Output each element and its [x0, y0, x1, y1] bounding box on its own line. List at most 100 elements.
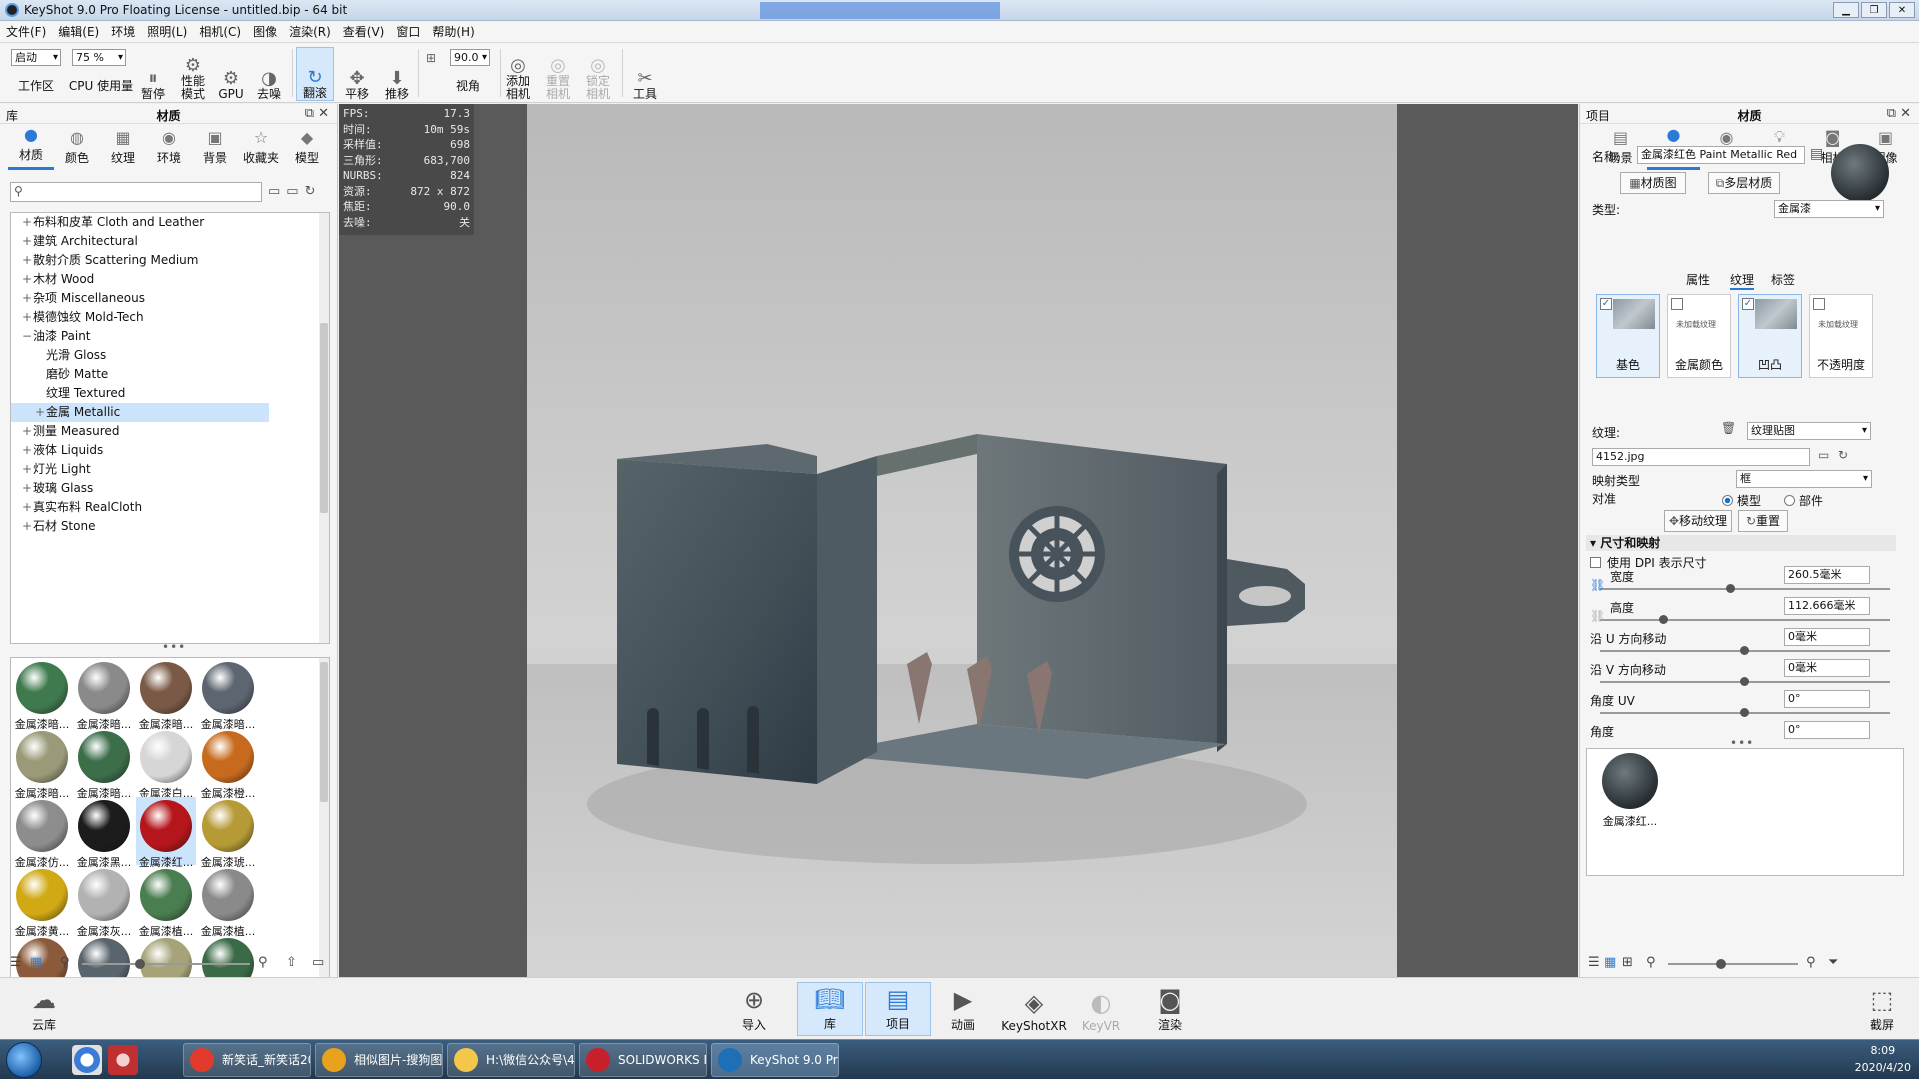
expand-toggle-icon[interactable]: + [21, 251, 33, 270]
thumbnail-size-slider[interactable] [1668, 963, 1798, 965]
material-swatch[interactable]: 金属漆暗... [12, 728, 72, 800]
tree-item[interactable]: +石材 Stone [11, 517, 321, 536]
splitter-handle[interactable]: ••• [162, 640, 186, 654]
pan-button[interactable]: ✥ 平移 [342, 47, 372, 101]
reload-icon[interactable]: ↻ [1838, 448, 1848, 462]
param-value-input[interactable]: 112.666毫米 [1784, 597, 1870, 615]
param-slider-knob[interactable] [1725, 584, 1735, 593]
zoom-in-icon[interactable]: ⚲ [1806, 955, 1816, 970]
expand-toggle-icon[interactable]: + [21, 479, 33, 498]
menu-image[interactable]: 图像 [253, 23, 277, 40]
param-value-input[interactable]: 0毫米 [1784, 628, 1870, 646]
tree-view-icon[interactable]: ⊞ [1622, 955, 1633, 970]
tab-models[interactable]: ◆ 模型 [284, 126, 330, 170]
link-icon[interactable]: ⛓ [1590, 609, 1605, 623]
thumbnail-size-knob[interactable] [1716, 959, 1726, 969]
dpi-checkbox[interactable]: 使用 DPI 表示尺寸 [1590, 554, 1707, 571]
tab-environments[interactable]: ◉ 环境 [146, 126, 192, 170]
param-value-input[interactable]: 0毫米 [1784, 659, 1870, 677]
zoom-in-icon[interactable]: ⚲ [258, 955, 268, 970]
animation-button[interactable]: ▶ 动画 [937, 982, 989, 1036]
texture-slot[interactable]: ✓ 基色 [1596, 294, 1660, 378]
material-swatch[interactable]: 金属漆白... [136, 728, 196, 800]
folder-icon[interactable]: ▭ [312, 955, 324, 970]
material-swatch[interactable]: 金属漆植... [136, 866, 196, 938]
menu-render[interactable]: 渲染(R) [289, 23, 331, 40]
texture-slot[interactable]: ✓ 凹凸 [1738, 294, 1802, 378]
tree-item[interactable]: +液体 Liquids [11, 441, 321, 460]
expand-toggle-icon[interactable]: + [21, 498, 33, 517]
tree-item[interactable]: +散射介质 Scattering Medium [11, 251, 321, 270]
restore-button[interactable]: ❐ [1861, 2, 1887, 18]
folder-add-icon[interactable]: ▭ [286, 184, 298, 199]
material-swatch[interactable]: 金属漆暗... [74, 728, 134, 800]
upload-icon[interactable]: ⇧ [286, 955, 297, 970]
expand-toggle-icon[interactable]: + [21, 308, 33, 327]
menu-environment[interactable]: 环境 [111, 23, 135, 40]
param-slider-knob[interactable] [1740, 708, 1749, 717]
tools-button[interactable]: ✂ 工具 [630, 47, 660, 101]
dolly-button[interactable]: ⬇ 推移 [382, 47, 412, 101]
library-toggle-button[interactable]: 📖︎ 库 [797, 982, 863, 1036]
material-type-select[interactable]: 金属漆 [1774, 200, 1884, 218]
mapping-type-select[interactable]: 框 [1736, 470, 1872, 488]
thumbnail-size-knob[interactable] [135, 959, 145, 969]
tab-favorites[interactable]: ☆ 收藏夹 [238, 126, 284, 170]
param-slider[interactable] [1600, 619, 1890, 621]
quicklaunch-app-icon[interactable] [108, 1045, 138, 1075]
expand-toggle-icon[interactable]: − [21, 327, 33, 346]
taskbar-item[interactable]: H:\微信公众号\4-... [447, 1043, 575, 1077]
refresh-icon[interactable]: ↻ [305, 184, 316, 199]
tree-item[interactable]: 纹理 Textured [11, 384, 321, 403]
material-preview-ball[interactable] [1831, 144, 1889, 202]
tree-item[interactable]: −油漆 Paint [11, 327, 321, 346]
tree-scrollbar[interactable] [319, 213, 329, 643]
param-slider-knob[interactable] [1740, 677, 1749, 686]
tree-item[interactable]: +木材 Wood [11, 270, 321, 289]
subtab-textures[interactable]: 纹理 [1730, 271, 1755, 290]
texture-slot-checkbox[interactable]: ✓ [1742, 298, 1754, 310]
expand-toggle-icon[interactable]: + [21, 517, 33, 536]
render-button[interactable]: ◙ 渲染 [1144, 982, 1196, 1036]
tree-item[interactable]: +金属 Metallic [11, 403, 269, 422]
start-button[interactable] [6, 1042, 42, 1078]
cloud-library-button[interactable]: ☁ 云库 [18, 982, 70, 1036]
folder-open-icon[interactable]: ▭ [268, 184, 280, 199]
browse-folder-icon[interactable]: ▭ [1818, 448, 1829, 462]
denoise-button[interactable]: ◑ 去噪 [254, 47, 284, 101]
param-slider-knob[interactable] [1658, 615, 1668, 624]
material-swatch[interactable]: 金属漆橙... [198, 728, 258, 800]
zoom-select[interactable]: 75 % [72, 49, 126, 66]
material-swatch[interactable]: 金属漆琥... [198, 797, 258, 869]
tab-textures[interactable]: ▦ 纹理 [100, 126, 146, 170]
reset-camera-button[interactable]: ◎ 重置 相机 [542, 47, 574, 101]
menu-window[interactable]: 窗口 [396, 23, 420, 40]
menu-lighting[interactable]: 照明(L) [147, 23, 187, 40]
move-texture-button[interactable]: ✥移动纹理 [1664, 510, 1732, 532]
texture-slot[interactable]: 未加载纹理 不透明度 [1809, 294, 1873, 378]
performance-mode-button[interactable]: ⚙ 性能 模式 [178, 47, 208, 101]
expand-toggle-icon[interactable]: + [21, 441, 33, 460]
expand-toggle-icon[interactable]: + [21, 213, 33, 232]
system-tray-clock[interactable]: 8:09 2020/4/20 [1855, 1042, 1911, 1076]
expand-toggle-icon[interactable]: + [34, 403, 46, 422]
tumble-button[interactable]: ↻ 翻滚 [296, 47, 334, 101]
taskbar-item[interactable]: 新笑话_新笑话20... [183, 1043, 311, 1077]
material-graph-button[interactable]: ▦材质图 [1620, 172, 1686, 194]
link-icon[interactable]: ⛓ [1590, 578, 1605, 592]
material-swatch[interactable]: 金属漆暗... [74, 659, 134, 731]
expand-toggle-icon[interactable]: + [21, 422, 33, 441]
import-button[interactable]: ⊕ 导入 [728, 982, 780, 1036]
expand-toggle-icon[interactable]: + [21, 289, 33, 308]
material-swatch[interactable]: 金属漆仿... [12, 797, 72, 869]
menu-camera[interactable]: 相机(C) [199, 23, 241, 40]
tree-item[interactable]: +模德蚀纹 Mold-Tech [11, 308, 321, 327]
close-button[interactable]: ✕ [1889, 2, 1915, 18]
project-toggle-button[interactable]: ▤ 项目 [865, 982, 931, 1036]
grid-view-icon[interactable]: ▦ [30, 955, 42, 970]
material-swatch[interactable]: 金属漆暗... [12, 659, 72, 731]
taskbar-item[interactable]: KeyShot 9.0 Pro... [711, 1043, 839, 1077]
size-mapping-section-header[interactable]: ▾ 尺寸和映射 [1586, 535, 1896, 551]
param-slider[interactable] [1600, 588, 1890, 590]
list-view-icon[interactable]: ☰ [10, 955, 22, 970]
